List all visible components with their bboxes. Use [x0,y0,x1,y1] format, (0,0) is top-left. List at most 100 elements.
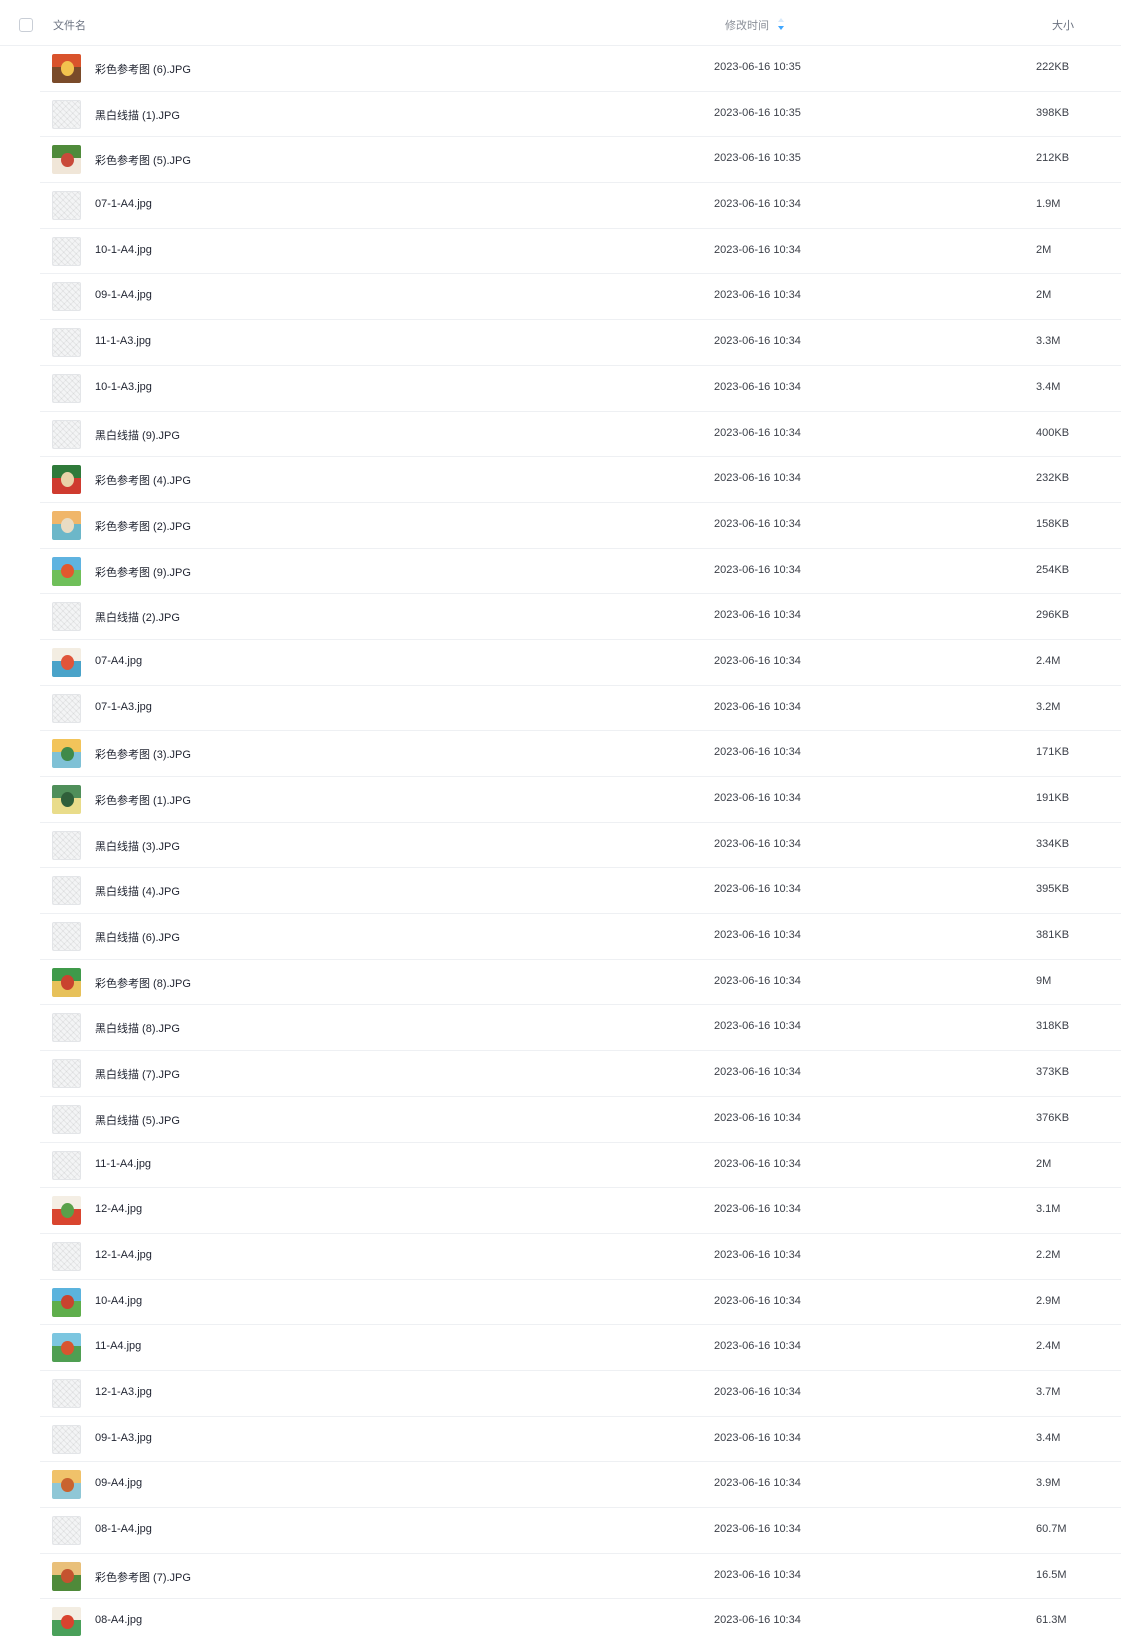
file-name[interactable]: 10-A4.jpg [95,1295,142,1307]
select-all-checkbox[interactable] [19,18,33,32]
file-name[interactable]: 12-1-A3.jpg [95,1386,152,1398]
sketch-image-thumbnail[interactable] [52,1516,81,1545]
file-name[interactable]: 黑白线描 (8).JPG [95,1020,180,1036]
column-header-mtime[interactable]: 修改时间 [725,17,769,33]
sketch-image-thumbnail[interactable] [52,373,81,403]
sketch-image-thumbnail[interactable] [52,1104,81,1134]
file-row[interactable]: 黑白线描 (6).JPG 2023-06-16 10:34 381KB [0,914,1121,960]
file-name[interactable]: 彩色参考图 (3).JPG [95,746,191,762]
sort-descending-icon[interactable] [776,17,786,31]
sketch-image-thumbnail[interactable] [52,1378,81,1408]
sketch-image-thumbnail[interactable] [52,282,81,312]
file-row[interactable]: 08-A4.jpg 2023-06-16 10:34 61.3M [0,1599,1121,1642]
file-row[interactable]: 10-1-A3.jpg 2023-06-16 10:34 3.4M [0,366,1121,412]
file-name[interactable]: 11-A4.jpg [95,1340,141,1352]
file-row[interactable]: 彩色参考图 (2).JPG 2023-06-16 10:34 158KB [0,503,1121,549]
file-row[interactable]: 彩色参考图 (7).JPG 2023-06-16 10:34 16.5M [0,1554,1121,1600]
file-row[interactable]: 黑白线描 (5).JPG 2023-06-16 10:34 376KB [0,1097,1121,1143]
file-row[interactable]: 黑白线描 (3).JPG 2023-06-16 10:34 334KB [0,823,1121,869]
sketch-image-thumbnail[interactable] [52,1241,81,1271]
file-row[interactable]: 黑白线描 (8).JPG 2023-06-16 10:34 318KB [0,1005,1121,1051]
file-name[interactable]: 彩色参考图 (1).JPG [95,792,191,808]
color-image-thumbnail[interactable] [52,1561,81,1591]
file-row[interactable]: 07-1-A3.jpg 2023-06-16 10:34 3.2M [0,686,1121,732]
file-name[interactable]: 彩色参考图 (7).JPG [95,1569,191,1585]
file-row[interactable]: 彩色参考图 (6).JPG 2023-06-16 10:35 222KB [0,46,1121,92]
sketch-image-thumbnail[interactable] [52,1150,81,1180]
sketch-image-thumbnail[interactable] [52,191,81,221]
sketch-image-thumbnail[interactable] [52,1059,81,1089]
file-name[interactable]: 黑白线描 (9).JPG [95,427,180,443]
file-row[interactable]: 07-A4.jpg 2023-06-16 10:34 2.4M [0,640,1121,686]
file-row[interactable]: 彩色参考图 (8).JPG 2023-06-16 10:34 9M [0,960,1121,1006]
file-name[interactable]: 12-A4.jpg [95,1203,142,1215]
file-row[interactable]: 12-1-A4.jpg 2023-06-16 10:34 2.2M [0,1234,1121,1280]
file-name[interactable]: 黑白线描 (5).JPG [95,1112,180,1128]
file-name[interactable]: 彩色参考图 (8).JPG [95,975,191,991]
file-row[interactable]: 12-1-A3.jpg 2023-06-16 10:34 3.7M [0,1371,1121,1417]
color-image-thumbnail[interactable] [52,465,81,495]
color-image-thumbnail[interactable] [52,556,81,586]
file-name[interactable]: 11-1-A3.jpg [95,335,151,347]
file-row[interactable]: 彩色参考图 (1).JPG 2023-06-16 10:34 191KB [0,777,1121,823]
sketch-image-thumbnail[interactable] [52,876,81,906]
color-image-thumbnail[interactable] [52,1196,81,1226]
file-name[interactable]: 彩色参考图 (6).JPG [95,61,191,77]
file-row[interactable]: 12-A4.jpg 2023-06-16 10:34 3.1M [0,1188,1121,1234]
file-name[interactable]: 11-1-A4.jpg [95,1158,151,1170]
file-row[interactable]: 11-1-A3.jpg 2023-06-16 10:34 3.3M [0,320,1121,366]
color-image-thumbnail[interactable] [52,1607,81,1637]
file-row[interactable]: 黑白线描 (1).JPG 2023-06-16 10:35 398KB [0,92,1121,138]
file-row[interactable]: 黑白线描 (4).JPG 2023-06-16 10:34 395KB [0,868,1121,914]
column-header-name[interactable]: 文件名 [53,17,86,33]
file-row[interactable]: 黑白线描 (9).JPG 2023-06-16 10:34 400KB [0,412,1121,458]
file-row[interactable]: 08-1-A4.jpg 2023-06-16 10:34 60.7M [0,1508,1121,1554]
sketch-image-thumbnail[interactable] [52,602,81,632]
file-name[interactable]: 07-1-A3.jpg [95,701,152,713]
file-name[interactable]: 彩色参考图 (5).JPG [95,152,191,168]
sketch-image-thumbnail[interactable] [52,830,81,860]
color-image-thumbnail[interactable] [52,785,81,814]
file-row[interactable]: 黑白线描 (2).JPG 2023-06-16 10:34 296KB [0,594,1121,640]
file-row[interactable]: 11-1-A4.jpg 2023-06-16 10:34 2M [0,1143,1121,1189]
file-row[interactable]: 彩色参考图 (3).JPG 2023-06-16 10:34 171KB [0,731,1121,777]
sketch-image-thumbnail[interactable] [52,922,81,952]
file-row[interactable]: 09-1-A3.jpg 2023-06-16 10:34 3.4M [0,1417,1121,1463]
file-name[interactable]: 黑白线描 (4).JPG [95,883,180,899]
color-image-thumbnail[interactable] [52,1333,81,1363]
file-name[interactable]: 黑白线描 (3).JPG [95,838,180,854]
sketch-image-thumbnail[interactable] [52,328,81,358]
file-name[interactable]: 黑白线描 (1).JPG [95,107,180,123]
file-name[interactable]: 07-A4.jpg [95,655,142,667]
color-image-thumbnail[interactable] [52,54,81,83]
color-image-thumbnail[interactable] [52,145,81,175]
sketch-image-thumbnail[interactable] [52,236,81,266]
column-header-size[interactable]: 大小 [1052,17,1074,33]
file-row[interactable]: 10-A4.jpg 2023-06-16 10:34 2.9M [0,1280,1121,1326]
file-name[interactable]: 黑白线描 (7).JPG [95,1066,180,1082]
color-image-thumbnail[interactable] [52,967,81,997]
file-row[interactable]: 11-A4.jpg 2023-06-16 10:34 2.4M [0,1325,1121,1371]
file-name[interactable]: 08-1-A4.jpg [95,1523,152,1535]
color-image-thumbnail[interactable] [52,647,81,677]
file-name[interactable]: 07-1-A4.jpg [95,198,152,210]
file-name[interactable]: 09-1-A4.jpg [95,289,152,301]
sketch-image-thumbnail[interactable] [52,419,81,449]
file-row[interactable]: 彩色参考图 (9).JPG 2023-06-16 10:34 254KB [0,549,1121,595]
sketch-image-thumbnail[interactable] [52,693,81,723]
file-row[interactable]: 彩色参考图 (4).JPG 2023-06-16 10:34 232KB [0,457,1121,503]
file-name[interactable]: 黑白线描 (6).JPG [95,929,180,945]
file-name[interactable]: 黑白线描 (2).JPG [95,609,180,625]
color-image-thumbnail[interactable] [52,739,81,769]
file-name[interactable]: 12-1-A4.jpg [95,1249,152,1261]
file-name[interactable]: 09-1-A3.jpg [95,1432,152,1444]
color-image-thumbnail[interactable] [52,510,81,540]
file-row[interactable]: 07-1-A4.jpg 2023-06-16 10:34 1.9M [0,183,1121,229]
file-name[interactable]: 10-1-A3.jpg [95,381,152,393]
color-image-thumbnail[interactable] [52,1470,81,1500]
file-name[interactable]: 08-A4.jpg [95,1614,142,1626]
file-name[interactable]: 09-A4.jpg [95,1477,142,1489]
sketch-image-thumbnail[interactable] [52,1013,81,1043]
file-name[interactable]: 彩色参考图 (9).JPG [95,564,191,580]
file-row[interactable]: 10-1-A4.jpg 2023-06-16 10:34 2M [0,229,1121,275]
